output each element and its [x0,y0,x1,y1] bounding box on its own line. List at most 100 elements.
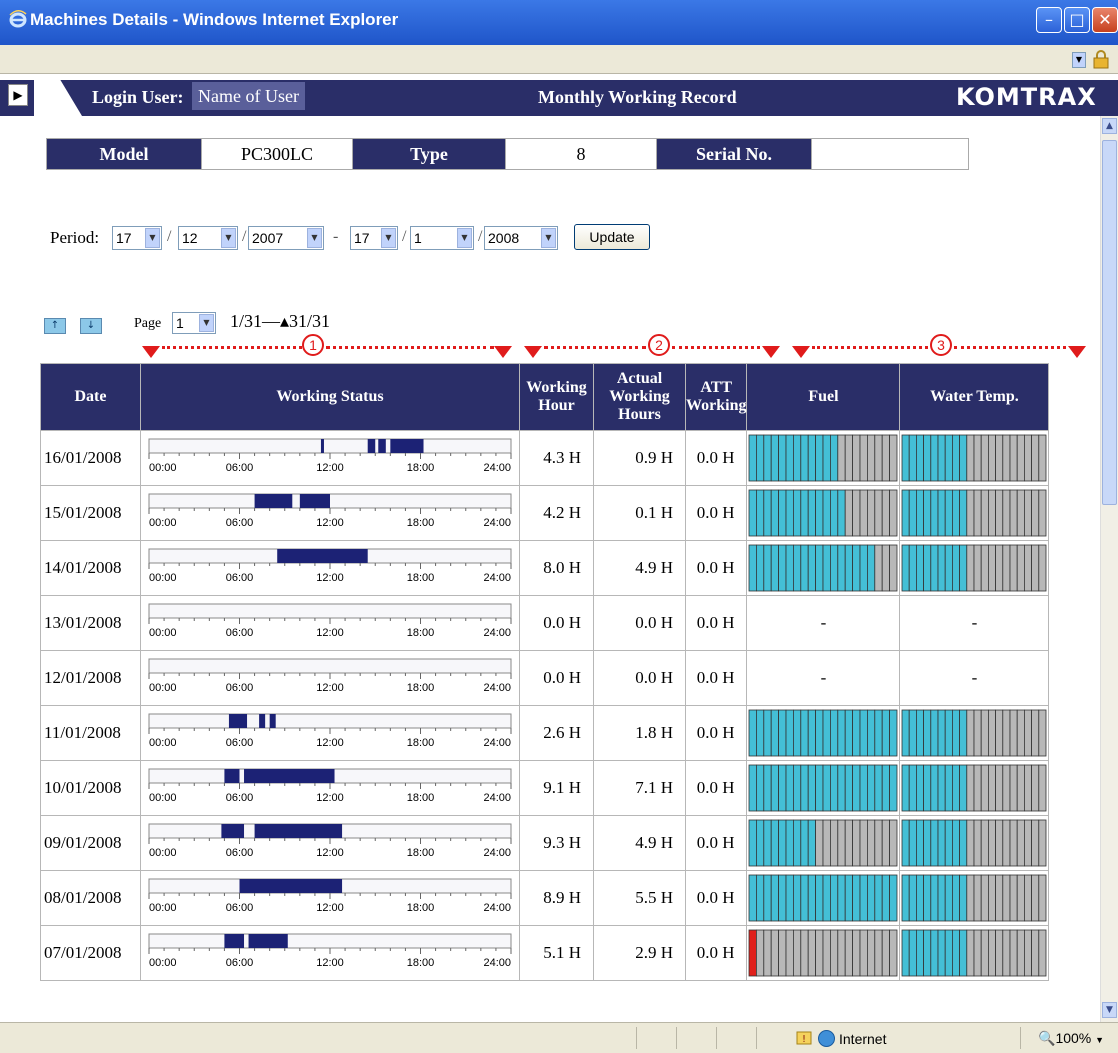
gauge-cell [815,819,824,867]
gauge-cell [909,709,918,757]
timeline-tick-label: 12:00 [316,682,344,694]
gauge-cell [974,489,983,537]
gauge-cell [756,819,765,867]
working-segment [224,934,245,948]
marker-dotted-line [954,346,1066,349]
gauge-cell [930,709,939,757]
to-year-select[interactable]: 2008 ▼ [484,226,558,250]
expand-arrow-icon[interactable]: ▶ [8,84,28,106]
zoom-control[interactable]: 🔍100% ▼ [1038,1030,1104,1047]
working-segment [244,769,335,783]
close-button[interactable]: ✕ [1092,7,1118,33]
working-status-cell: 00:00 06:00 12:00 18:00 24:00 [140,925,520,981]
gauge-cell [882,544,891,592]
gauge-cell [1017,819,1026,867]
chevron-down-icon[interactable]: ▼ [1072,52,1086,68]
to-day-select[interactable]: 17 ▼ [350,226,398,250]
scrollbar-thumb[interactable] [1102,140,1117,505]
column-header-att-working: ATT Working [684,363,748,431]
scroll-up-icon[interactable]: ▲ [1102,118,1117,134]
chevron-down-icon: ▼ [541,228,556,248]
gauge-cell [988,709,997,757]
gauge-cell [882,709,891,757]
working-status-cell: 00:00 06:00 12:00 18:00 24:00 [140,595,520,651]
gauge-cell [808,874,817,922]
working-hour-cell: 9.3 H [519,815,594,871]
to-month-select[interactable]: 1 ▼ [410,226,474,250]
water-temp-gauge [902,929,1047,977]
gauge-cell [930,819,939,867]
maximize-button[interactable]: □ [1064,7,1090,33]
minimize-button[interactable]: – [1036,7,1062,33]
gauge-cell [959,709,968,757]
gauge-cell [1038,819,1047,867]
gauge-cell [909,819,918,867]
gauge-cell [1031,489,1040,537]
update-button[interactable]: Update [574,224,650,250]
scroll-down-icon[interactable]: ▼ [1102,1002,1117,1018]
gauge-cell [959,764,968,812]
timeline-tick-label: 12:00 [316,737,344,749]
scroll-up-arrow-icon[interactable]: ↑ [44,318,66,334]
gauge-cell [771,709,780,757]
page-select[interactable]: 1 ▼ [172,312,216,334]
scroll-down-arrow-icon[interactable]: ↓ [80,318,102,334]
vertical-scrollbar[interactable]: ▲ ▼ [1100,116,1118,1022]
column-header-fuel: Fuel [746,363,901,431]
login-user-name: Name of User [192,82,305,110]
from-year-value: 2007 [252,230,284,246]
gauge-cell [930,874,939,922]
date-separator: / [242,228,247,245]
to-month-value: 1 [414,230,422,246]
gauge-cell [882,434,891,482]
from-month-select[interactable]: 12 ▼ [178,226,238,250]
date-separator: / [478,228,483,245]
fuel-gauge [749,929,898,977]
zone-indicator[interactable]: Internet [818,1030,886,1047]
gauge-cell [1010,819,1019,867]
timeline-tick-label: 18:00 [407,902,435,914]
working-segment [277,549,368,563]
gauge-cell [860,434,869,482]
type-label: Type [352,138,506,170]
ie-logo-icon [9,10,27,28]
working-status-cell: 00:00 06:00 12:00 18:00 24:00 [140,650,520,706]
gauge-cell [778,434,787,482]
working-status-cell: 00:00 06:00 12:00 18:00 24:00 [140,870,520,926]
timeline-tick-label: 00:00 [149,792,177,804]
from-year-select[interactable]: 2007 ▼ [248,226,324,250]
table-row: 07/01/2008 00:00 06:00 12:00 18:00 24:00 5.1 H… [40,925,1050,981]
gauge-cell [1024,819,1033,867]
timeline-chart: 00:00 06:00 12:00 18:00 24:00 [148,438,512,474]
gauge-cell [830,764,839,812]
timeline-tick-label: 24:00 [483,572,511,584]
att-working-cell: 0.0 H [684,925,748,981]
marker-circle-3: 3 [930,334,952,356]
gauge-cell [995,434,1004,482]
timeline-chart: 00:00 06:00 12:00 18:00 24:00 [148,658,512,694]
gauge-cell [763,819,773,867]
gauge-cell [800,489,810,537]
gauge-cell [749,874,758,922]
gauge-cell [938,874,947,922]
marker-dotted-line [326,346,494,349]
gauge-cell [800,764,810,812]
from-day-select[interactable]: 17 ▼ [112,226,162,250]
water-temp-cell [899,925,1050,981]
protected-mode-icon[interactable]: ! [796,1029,812,1045]
marker-arrow-icon [1068,346,1086,358]
working-hour-cell: 8.9 H [519,870,594,926]
working-hour-cell: 5.1 H [519,925,594,981]
gauge-cell [988,489,997,537]
gauge-cell [916,709,925,757]
gauge-cell [966,819,975,867]
gauge-cell [778,489,787,537]
gauge-cell [938,709,947,757]
timeline-track [148,658,512,674]
gauge-cell [830,819,839,867]
gauge-cell [1038,874,1047,922]
marker-arrow-icon [494,346,512,358]
gauge-cell [1010,709,1019,757]
gauge-cell [1002,819,1011,867]
marker-arrow-icon [524,346,542,358]
